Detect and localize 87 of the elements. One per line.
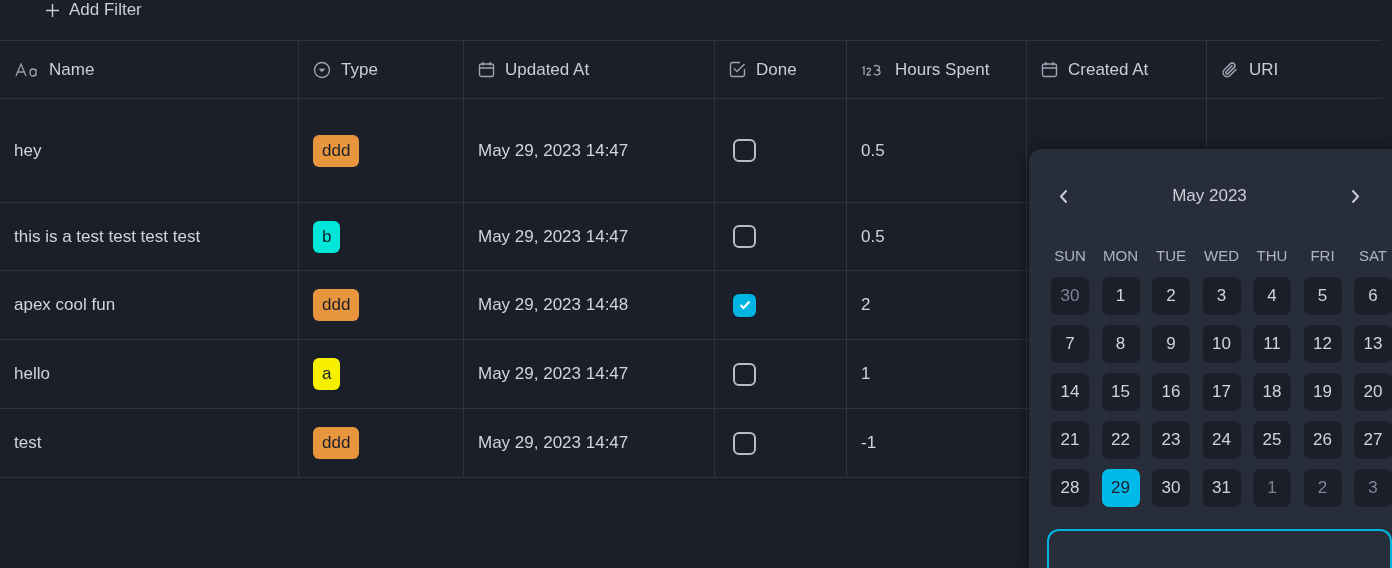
weekday-label: MON [1102, 246, 1139, 265]
calendar-day[interactable]: 17 [1202, 373, 1241, 411]
calendar-day[interactable]: 3 [1202, 277, 1241, 315]
calendar-day[interactable]: 26 [1303, 421, 1342, 459]
paperclip-icon [1221, 60, 1239, 79]
checkbox-icon [729, 61, 746, 78]
type-tag[interactable]: a [313, 358, 341, 390]
text-type-icon [15, 62, 39, 77]
weekday-label: FRI [1309, 246, 1336, 265]
dropdown-circle-icon [313, 60, 331, 79]
calendar-day[interactable]: 3 [1354, 469, 1392, 507]
weekday-label: THU [1255, 246, 1289, 265]
checkbox[interactable] [733, 431, 756, 455]
plus-icon [46, 3, 59, 17]
calendar-day[interactable]: 9 [1152, 325, 1190, 363]
column-header[interactable]: Updated At [505, 56, 590, 83]
calendar-day[interactable]: 27 [1354, 421, 1392, 459]
column-header[interactable]: URI [1249, 56, 1279, 83]
add-filter-button[interactable]: Add Filter [44, 0, 144, 20]
calendar-day[interactable]: 8 [1101, 325, 1140, 363]
calendar-day[interactable]: 29 [1101, 469, 1140, 507]
name-cell-text: hey [14, 139, 42, 162]
name-cell-text: apex cool fun [14, 294, 116, 317]
checkbox[interactable] [733, 139, 756, 162]
check-icon [738, 300, 751, 310]
checkbox[interactable] [733, 225, 756, 248]
calendar-day[interactable]: 14 [1051, 373, 1089, 411]
column-header[interactable]: Name [49, 56, 95, 83]
calendar-day[interactable]: 12 [1303, 325, 1342, 363]
chevron-left-icon [1058, 188, 1068, 204]
calendar-day[interactable]: 15 [1101, 373, 1140, 411]
calendar-icon [1041, 61, 1058, 78]
name-cell-text: this is a test test test test [14, 225, 201, 248]
calendar-day[interactable]: 30 [1152, 469, 1190, 507]
date-cell-text: May 29, 2023 14:47 [478, 363, 629, 386]
calendar-day[interactable]: 13 [1354, 325, 1392, 363]
calendar-day[interactable]: 18 [1253, 373, 1291, 411]
calendar-day[interactable]: 6 [1354, 277, 1392, 315]
column-header[interactable]: Hours Spent [895, 56, 990, 83]
calendar-day[interactable]: 1 [1253, 469, 1291, 507]
calendar-day[interactable]: 5 [1303, 277, 1342, 315]
calendar-day[interactable]: 30 [1051, 277, 1089, 315]
calendar-day[interactable]: 1 [1101, 277, 1140, 315]
type-tag[interactable]: ddd [313, 289, 360, 321]
type-tag[interactable]: ddd [313, 427, 360, 459]
date-cell-text: May 29, 2023 14:47 [478, 225, 629, 248]
number-cell-text: 2 [861, 294, 871, 317]
calendar-day[interactable]: 21 [1051, 421, 1089, 459]
calendar-day[interactable]: 2 [1152, 277, 1190, 315]
number-cell-text: 0.5 [861, 225, 885, 248]
type-tag[interactable]: b [313, 220, 341, 253]
calendar-day[interactable]: 11 [1253, 325, 1291, 363]
calendar-day[interactable]: 23 [1152, 421, 1190, 459]
calendar-day[interactable]: 7 [1051, 325, 1089, 363]
calendar-day[interactable]: 4 [1253, 277, 1291, 315]
calendar-day[interactable]: 25 [1253, 421, 1291, 459]
month-title: May 2023 [1172, 185, 1247, 208]
type-tag[interactable]: ddd [313, 134, 360, 167]
weekday-label: SAT [1357, 246, 1389, 265]
checkbox[interactable] [733, 293, 756, 317]
column-header[interactable]: Type [341, 56, 378, 83]
name-cell-text: hello [14, 363, 50, 386]
calendar-day[interactable]: 28 [1051, 469, 1089, 507]
calendar-day[interactable]: 24 [1202, 421, 1241, 459]
checkbox[interactable] [733, 362, 756, 386]
time-input-field[interactable] [1047, 529, 1392, 568]
calendar-day[interactable]: 16 [1152, 373, 1190, 411]
number-cell-text: 1 [861, 363, 871, 386]
weekday-label: TUE [1155, 246, 1187, 265]
calendar-day[interactable]: 31 [1202, 469, 1241, 507]
weekday-label: SUN [1053, 246, 1087, 265]
calendar-icon [478, 61, 495, 78]
calendar-day[interactable]: 2 [1303, 469, 1342, 507]
calendar-day[interactable]: 22 [1101, 421, 1140, 459]
date-cell-text: May 29, 2023 14:47 [478, 432, 629, 455]
chevron-right-icon [1351, 188, 1361, 204]
number-cell-text: -1 [861, 432, 877, 455]
date-cell-text: May 29, 2023 14:48 [478, 294, 629, 317]
name-cell-text: test [14, 432, 42, 455]
weekday-label: WED [1203, 246, 1240, 265]
calendar-day[interactable]: 10 [1202, 325, 1241, 363]
column-header[interactable]: Done [756, 56, 797, 83]
calendar-day[interactable]: 19 [1303, 373, 1342, 411]
calendar-day[interactable]: 20 [1354, 373, 1392, 411]
date-cell-text: May 29, 2023 14:47 [478, 139, 629, 162]
column-header[interactable]: Created At [1068, 56, 1149, 83]
number-cell-text: 0.5 [861, 139, 885, 162]
